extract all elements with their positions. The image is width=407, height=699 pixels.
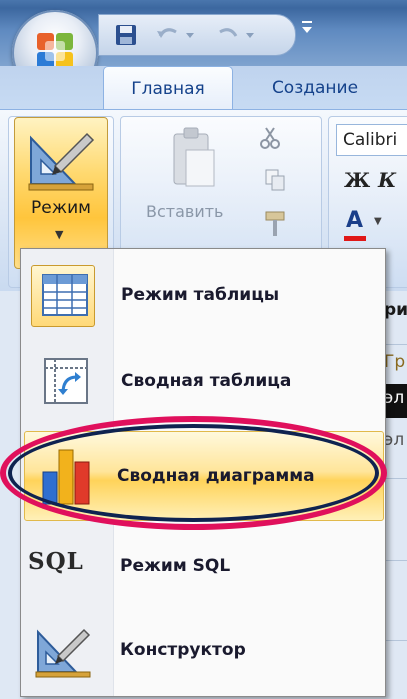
- quick-access-toolbar: [98, 14, 296, 56]
- bold-button[interactable]: Ж: [344, 168, 370, 192]
- font-name-box[interactable]: Calibri: [336, 124, 407, 156]
- copy-button[interactable]: [264, 168, 288, 192]
- save-button[interactable]: [113, 21, 139, 49]
- background-fragment: эл: [384, 388, 405, 408]
- italic-button[interactable]: К: [378, 168, 396, 192]
- redo-button[interactable]: [211, 21, 263, 49]
- menu-item-pivot-table[interactable]: Сводная таблица: [25, 345, 381, 417]
- menu-item-design-view[interactable]: Конструктор: [24, 614, 380, 686]
- menu-item-label: Конструктор: [120, 640, 246, 660]
- font-color-glyph: A: [346, 208, 364, 233]
- tab-create[interactable]: Создание: [250, 66, 380, 110]
- ribbon-tabs: Главная Создание: [0, 66, 407, 111]
- format-painter-button[interactable]: [262, 210, 288, 240]
- design-ruler-icon: [28, 132, 95, 191]
- view-mode-button[interactable]: Режим ▼: [14, 117, 108, 269]
- undo-button[interactable]: [151, 21, 203, 49]
- paste-icon: [173, 127, 215, 187]
- paste-label: Вставить: [146, 202, 224, 221]
- cut-button[interactable]: [258, 126, 282, 150]
- menu-item-sql-view[interactable]: SQL Режим SQL: [24, 530, 380, 602]
- menu-item-label: Режим таблицы: [121, 285, 280, 305]
- menu-item-label: Сводная таблица: [121, 371, 292, 391]
- customize-qat-button[interactable]: [300, 18, 314, 48]
- copy-icon: [265, 169, 285, 191]
- highlight-oval-inner: [8, 424, 379, 522]
- undo-icon: [157, 28, 194, 38]
- chevron-down-icon: ▼: [374, 216, 382, 227]
- design-ruler-icon: [35, 628, 91, 678]
- menu-item-datasheet-view[interactable]: Режим таблицы: [25, 259, 381, 331]
- customize-qat-icon: [302, 21, 312, 33]
- paste-button[interactable]: Вставить: [138, 120, 248, 250]
- scissors-icon: [260, 127, 280, 149]
- background-fragment: Гр: [384, 352, 406, 372]
- redo-icon: [219, 28, 254, 38]
- save-icon: [116, 25, 136, 45]
- font-color-button[interactable]: A ▼: [340, 206, 390, 246]
- pivot-table-icon: [44, 358, 88, 404]
- background-fragment: эл: [384, 430, 405, 450]
- background-fragment: ри: [384, 300, 407, 320]
- format-painter-icon: [265, 211, 285, 236]
- tab-home[interactable]: Главная: [103, 66, 233, 111]
- chevron-down-icon: ▼: [55, 228, 64, 241]
- office-logo-icon: [37, 33, 73, 69]
- font-color-bar: [344, 236, 366, 241]
- menu-item-label: Режим SQL: [120, 556, 231, 576]
- view-mode-label: Режим: [31, 198, 91, 218]
- datasheet-icon: [42, 274, 88, 316]
- sql-icon: SQL: [28, 548, 84, 575]
